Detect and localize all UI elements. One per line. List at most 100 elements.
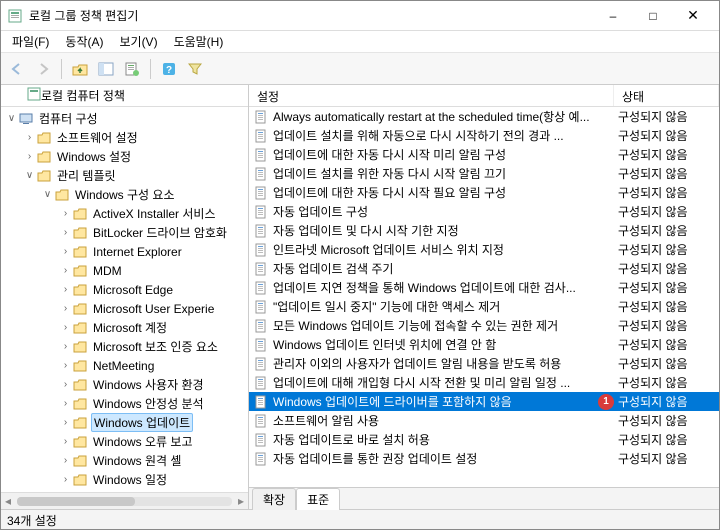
twisty-icon[interactable]: › xyxy=(59,473,72,486)
tree-body[interactable]: ∨ 컴퓨터 구성 › 소프트웨어 설정 › Windows 설정 ∨ 관리 템플… xyxy=(1,107,248,492)
twisty-icon[interactable]: › xyxy=(59,226,72,239)
tree-node-label: NetMeeting xyxy=(91,359,156,373)
policy-setting-icon xyxy=(253,413,269,429)
list-item[interactable]: 업데이트에 대한 자동 다시 시작 필요 알림 구성구성되지 않음 xyxy=(249,183,719,202)
list-item[interactable]: 소프트웨어 알림 사용구성되지 않음 xyxy=(249,411,719,430)
policy-setting-icon xyxy=(253,185,269,201)
tree-node-leaf[interactable]: ›Microsoft 계정 xyxy=(1,318,248,337)
list-item[interactable]: 인트라넷 Microsoft 업데이트 서비스 위치 지정구성되지 않음 xyxy=(249,240,719,259)
list-item[interactable]: 자동 업데이트를 통한 권장 업데이트 설정구성되지 않음 xyxy=(249,449,719,468)
tab-extended[interactable]: 확장 xyxy=(252,488,296,510)
menu-action[interactable]: 동작(A) xyxy=(58,31,110,52)
list-item[interactable]: Windows 업데이트 인터넷 위치에 연결 안 함구성되지 않음 xyxy=(249,335,719,354)
svg-text:?: ? xyxy=(166,65,172,76)
list-item[interactable]: "업데이트 일시 중지" 기능에 대한 액세스 제거구성되지 않음 xyxy=(249,297,719,316)
twisty-icon[interactable]: › xyxy=(59,283,72,296)
twisty-icon[interactable]: › xyxy=(59,207,72,220)
menu-help[interactable]: 도움말(H) xyxy=(167,31,231,52)
list-item-state: 구성되지 않음 xyxy=(614,336,719,353)
list-item[interactable]: 자동 업데이트 검색 주기구성되지 않음 xyxy=(249,259,719,278)
twisty-icon[interactable]: › xyxy=(59,435,72,448)
tree-node-leaf[interactable]: ›Windows 원격 셸 xyxy=(1,451,248,470)
folder-icon xyxy=(36,130,52,146)
column-header-state[interactable]: 상태 xyxy=(614,85,719,106)
tree-node-leaf[interactable]: ›Windows 일정 xyxy=(1,470,248,489)
nav-back-button[interactable] xyxy=(5,57,29,81)
tree-node-windows-settings[interactable]: › Windows 설정 xyxy=(1,147,248,166)
minimize-button[interactable]: – xyxy=(593,2,633,30)
tree-node-admin-templates[interactable]: ∨ 관리 템플릿 xyxy=(1,166,248,185)
tree-node-leaf[interactable]: ›Windows 업데이트 xyxy=(1,413,248,432)
policy-setting-icon xyxy=(253,432,269,448)
list-item[interactable]: 업데이트 설치를 위해 자동으로 다시 시작하기 전의 경과 ...구성되지 않… xyxy=(249,126,719,145)
tree-node-leaf[interactable]: ›ActiveX Installer 서비스 xyxy=(1,204,248,223)
tree-panel: 로컬 컴퓨터 정책 ∨ 컴퓨터 구성 › 소프트웨어 설정 › Windows … xyxy=(1,85,249,509)
list-body[interactable]: Always automatically restart at the sche… xyxy=(249,107,719,487)
menu-view[interactable]: 보기(V) xyxy=(112,31,164,52)
twisty-icon[interactable]: › xyxy=(59,245,72,258)
twisty-icon[interactable]: › xyxy=(59,454,72,467)
tree-node-label: 컴퓨터 구성 xyxy=(37,110,100,127)
tree-node-leaf[interactable]: ›BitLocker 드라이브 암호화 xyxy=(1,223,248,242)
twisty-icon[interactable]: › xyxy=(59,359,72,372)
twisty-icon[interactable]: › xyxy=(23,150,36,163)
policy-setting-icon xyxy=(253,375,269,391)
list-item[interactable]: 업데이트 지연 정책을 통해 Windows 업데이트에 대한 검사...구성되… xyxy=(249,278,719,297)
list-item-label: Windows 업데이트에 드라이버를 포함하지 않음 xyxy=(273,393,592,410)
list-item-state: 구성되지 않음 xyxy=(614,222,719,239)
list-item-label: 업데이트에 대해 개입형 다시 시작 전환 및 미리 알림 일정 ... xyxy=(273,374,614,391)
tree-node-leaf[interactable]: ›Windows 안정성 분석 xyxy=(1,394,248,413)
tree-node-leaf[interactable]: › NetMeeting xyxy=(1,356,248,375)
twisty-icon[interactable]: › xyxy=(23,131,36,144)
list-item[interactable]: 업데이트에 대해 개입형 다시 시작 전환 및 미리 알림 일정 ...구성되지… xyxy=(249,373,719,392)
tree-node-software-settings[interactable]: › 소프트웨어 설정 xyxy=(1,128,248,147)
toolbar-separator xyxy=(150,59,151,79)
menu-file[interactable]: 파일(F) xyxy=(5,31,56,52)
twisty-icon[interactable]: ∨ xyxy=(23,169,36,182)
list-item[interactable]: 모든 Windows 업데이트 기능에 접속할 수 있는 권한 제거구성되지 않… xyxy=(249,316,719,335)
tree-node-windows-components[interactable]: ∨ Windows 구성 요소 xyxy=(1,185,248,204)
list-item[interactable]: Windows 업데이트에 드라이버를 포함하지 않음1구성되지 않음 xyxy=(249,392,719,411)
tree-node-leaf[interactable]: ›Windows 사용자 환경 xyxy=(1,375,248,394)
tree-node-computer-config[interactable]: ∨ 컴퓨터 구성 xyxy=(1,109,248,128)
list-item-label: 자동 업데이트로 바로 설치 허용 xyxy=(273,431,614,448)
twisty-icon[interactable]: › xyxy=(59,264,72,277)
help-button[interactable]: ? xyxy=(157,57,181,81)
up-level-button[interactable] xyxy=(68,57,92,81)
tree-node-leaf[interactable]: ›Microsoft User Experie xyxy=(1,299,248,318)
list-item[interactable]: 업데이트에 대한 자동 다시 시작 미리 알림 구성구성되지 않음 xyxy=(249,145,719,164)
tree-node-leaf[interactable]: ›Windows 오류 보고 xyxy=(1,432,248,451)
twisty-icon[interactable]: › xyxy=(59,321,72,334)
twisty-icon[interactable]: › xyxy=(59,340,72,353)
list-item[interactable]: 관리자 이외의 사용자가 업데이트 알림 내용을 받도록 허용구성되지 않음 xyxy=(249,354,719,373)
properties-button[interactable] xyxy=(120,57,144,81)
list-item-state: 구성되지 않음 xyxy=(614,412,719,429)
twisty-icon[interactable]: › xyxy=(59,378,72,391)
nav-forward-button[interactable] xyxy=(31,57,55,81)
status-text: 34개 설정 xyxy=(7,514,57,528)
twisty-icon[interactable]: › xyxy=(59,302,72,315)
folder-icon xyxy=(36,168,52,184)
horizontal-scrollbar[interactable]: ◂ ▸ xyxy=(1,492,248,509)
folder-icon xyxy=(72,282,88,298)
list-item[interactable]: 자동 업데이트 및 다시 시작 기한 지정구성되지 않음 xyxy=(249,221,719,240)
tree-node-leaf[interactable]: ›MDM xyxy=(1,261,248,280)
column-header-setting[interactable]: 설정 xyxy=(249,85,614,106)
twisty-icon[interactable]: › xyxy=(59,416,72,429)
tree-node-leaf[interactable]: ›Microsoft 보조 인증 요소 xyxy=(1,337,248,356)
tree-node-leaf[interactable]: ›Microsoft Edge xyxy=(1,280,248,299)
show-hide-tree-button[interactable] xyxy=(94,57,118,81)
maximize-button[interactable]: □ xyxy=(633,2,673,30)
twisty-icon[interactable]: ∨ xyxy=(5,112,18,125)
filter-button[interactable] xyxy=(183,57,207,81)
tree-node-leaf[interactable]: ›Internet Explorer xyxy=(1,242,248,261)
list-item[interactable]: 자동 업데이트로 바로 설치 허용구성되지 않음 xyxy=(249,430,719,449)
twisty-icon[interactable]: ∨ xyxy=(41,188,54,201)
close-button[interactable]: ✕ xyxy=(673,2,713,30)
list-item[interactable]: 자동 업데이트 구성구성되지 않음 xyxy=(249,202,719,221)
tab-standard[interactable]: 표준 xyxy=(296,488,340,510)
list-item[interactable]: Always automatically restart at the sche… xyxy=(249,107,719,126)
list-item[interactable]: 업데이트 설치를 위한 자동 다시 시작 알림 끄기구성되지 않음 xyxy=(249,164,719,183)
policy-setting-icon xyxy=(253,223,269,239)
twisty-icon[interactable]: › xyxy=(59,397,72,410)
